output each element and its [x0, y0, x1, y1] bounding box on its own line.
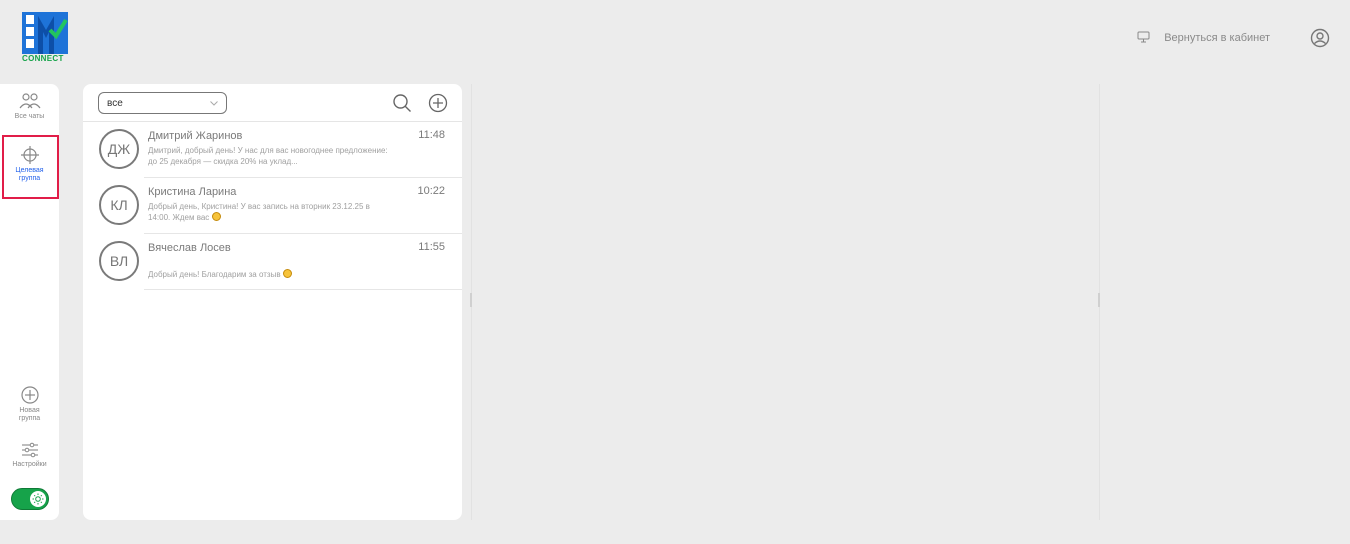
chat-filter-value: все	[107, 97, 123, 109]
sliders-icon	[21, 442, 38, 458]
smile-emoji-icon	[211, 212, 221, 221]
top-header: Вернуться в кабинет	[1137, 28, 1330, 48]
chat-preview: Добрый день! Благодарим за отзыв	[148, 270, 281, 279]
search-button[interactable]	[392, 93, 412, 113]
left-resize-handle[interactable]	[470, 293, 472, 307]
sidebar-item-label: Новая группа	[18, 407, 41, 422]
chat-time: 10:22	[417, 185, 445, 197]
search-icon	[393, 94, 411, 112]
chat-preview-wrap: Добрый день! Благодарим за отзыв	[148, 269, 393, 280]
smile-emoji-icon	[282, 269, 292, 278]
toggle-knob	[30, 491, 46, 507]
plus-circle-icon	[20, 386, 39, 404]
sidebar-item-settings[interactable]: Настройки	[0, 442, 59, 469]
chat-preview: Дмитрий, добрый день! У нас для вас ново…	[148, 146, 388, 166]
chat-list-header: все	[83, 84, 462, 122]
brand-connect-text: CONNECT	[22, 54, 64, 63]
chat-name: Вячеслав Лосев	[148, 242, 231, 254]
theme-toggle[interactable]	[11, 488, 49, 510]
chat-preview: Добрый день, Кристина! У вас запись на в…	[148, 202, 370, 222]
sidebar-item-target-group[interactable]: Целевая группа	[0, 146, 59, 183]
chat-list-item[interactable]: КЛ Кристина Ларина 10:22 Добрый день, Кр…	[83, 178, 462, 234]
users-icon	[19, 93, 40, 109]
right-resize-handle[interactable]	[1098, 293, 1100, 307]
back-to-cabinet-label: Вернуться в кабинет	[1164, 32, 1270, 44]
chevron-down-icon	[210, 100, 218, 106]
chat-list-item[interactable]: ВЛ Вячеслав Лосев 11:55 Добрый день! Бла…	[83, 234, 462, 290]
avatar: КЛ	[99, 185, 139, 225]
user-circle-icon	[1310, 28, 1330, 48]
chat-list-item[interactable]: ДЖ Дмитрий Жаринов 11:48 Дмитрий, добрый…	[83, 122, 462, 178]
crosshair-icon	[20, 146, 39, 164]
row-divider	[144, 289, 462, 290]
chat-time: 11:55	[418, 241, 445, 253]
plus-circle-icon	[428, 93, 448, 113]
back-to-cabinet-link[interactable]: Вернуться в кабинет	[1137, 31, 1270, 46]
chat-preview-wrap: Добрый день, Кристина! У вас запись на в…	[148, 201, 393, 223]
add-chat-button[interactable]	[428, 93, 448, 113]
monitor-icon	[1137, 31, 1150, 46]
chat-list-panel: все ДЖ Дмитрий Жаринов 11:48 Дмитрий, до…	[83, 84, 462, 520]
chat-filter-select[interactable]: все	[98, 92, 227, 114]
chat-time: 11:48	[418, 129, 445, 141]
chat-name: Дмитрий Жаринов	[148, 130, 243, 142]
avatar: ВЛ	[99, 241, 139, 281]
sun-icon	[32, 493, 44, 505]
profile-button[interactable]	[1310, 28, 1330, 48]
sidebar-item-label: Настройки	[12, 461, 47, 468]
sidebar-item-label: Целевая группа	[15, 167, 44, 182]
avatar: ДЖ	[99, 129, 139, 169]
sidebar-item-label: Все чаты	[14, 113, 45, 120]
chat-name: Кристина Ларина	[148, 186, 237, 198]
conversation-pane	[471, 84, 1100, 520]
sidebar: Все чаты Целевая группа Новая группа Нас…	[0, 84, 59, 520]
sidebar-item-new-group[interactable]: Новая группа	[0, 386, 59, 423]
sidebar-item-all-chats[interactable]: Все чаты	[0, 92, 59, 121]
